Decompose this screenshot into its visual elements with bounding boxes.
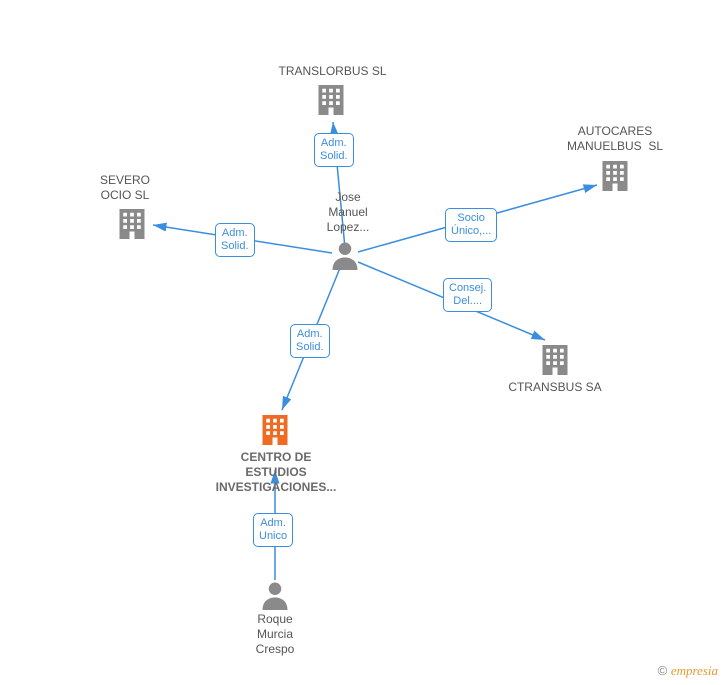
- copyright-symbol: ©: [658, 663, 668, 678]
- person-node-roque[interactable]: [260, 580, 290, 610]
- network-edges: [0, 0, 728, 685]
- edge-label-jose-translorbus: Adm. Solid.: [314, 133, 354, 167]
- company-label-ctransbus: CTRANSBUS SA: [505, 380, 605, 395]
- company-label-translorbus: TRANSLORBUS SL: [275, 64, 390, 79]
- watermark: © empresia: [658, 663, 718, 679]
- company-node-ctransbus[interactable]: [540, 342, 570, 378]
- building-icon: [540, 342, 570, 378]
- edge-label-jose-ctransbus: Consej. Del....: [443, 278, 492, 312]
- person-icon: [330, 240, 360, 270]
- building-icon: [316, 82, 346, 118]
- edge-label-jose-severo: Adm. Solid.: [215, 223, 255, 257]
- edge-label-jose-centro: Adm. Solid.: [290, 324, 330, 358]
- building-icon: [117, 206, 147, 242]
- edge-label-jose-autocares: Socio Único,...: [445, 208, 497, 242]
- company-label-autocares: AUTOCARES MANUELBUS SL: [555, 124, 675, 154]
- company-node-severo[interactable]: [117, 206, 147, 242]
- person-icon: [260, 580, 290, 610]
- company-label-severo: SEVERO OCIO SL: [85, 173, 165, 203]
- brand-name: empresia: [671, 663, 718, 678]
- company-node-autocares[interactable]: [600, 158, 630, 194]
- person-label-roque: Roque Murcia Crespo: [240, 612, 310, 657]
- edge-label-roque-centro: Adm. Unico: [253, 513, 293, 547]
- building-icon: [600, 158, 630, 194]
- company-label-centro: CENTRO DE ESTUDIOS INVESTIGACIONES...: [202, 450, 350, 495]
- company-node-translorbus[interactable]: [316, 82, 346, 118]
- person-label-jose: Jose Manuel Lopez...: [313, 190, 383, 235]
- person-node-jose[interactable]: [330, 240, 360, 270]
- company-node-centro[interactable]: [260, 412, 290, 448]
- building-icon: [260, 412, 290, 448]
